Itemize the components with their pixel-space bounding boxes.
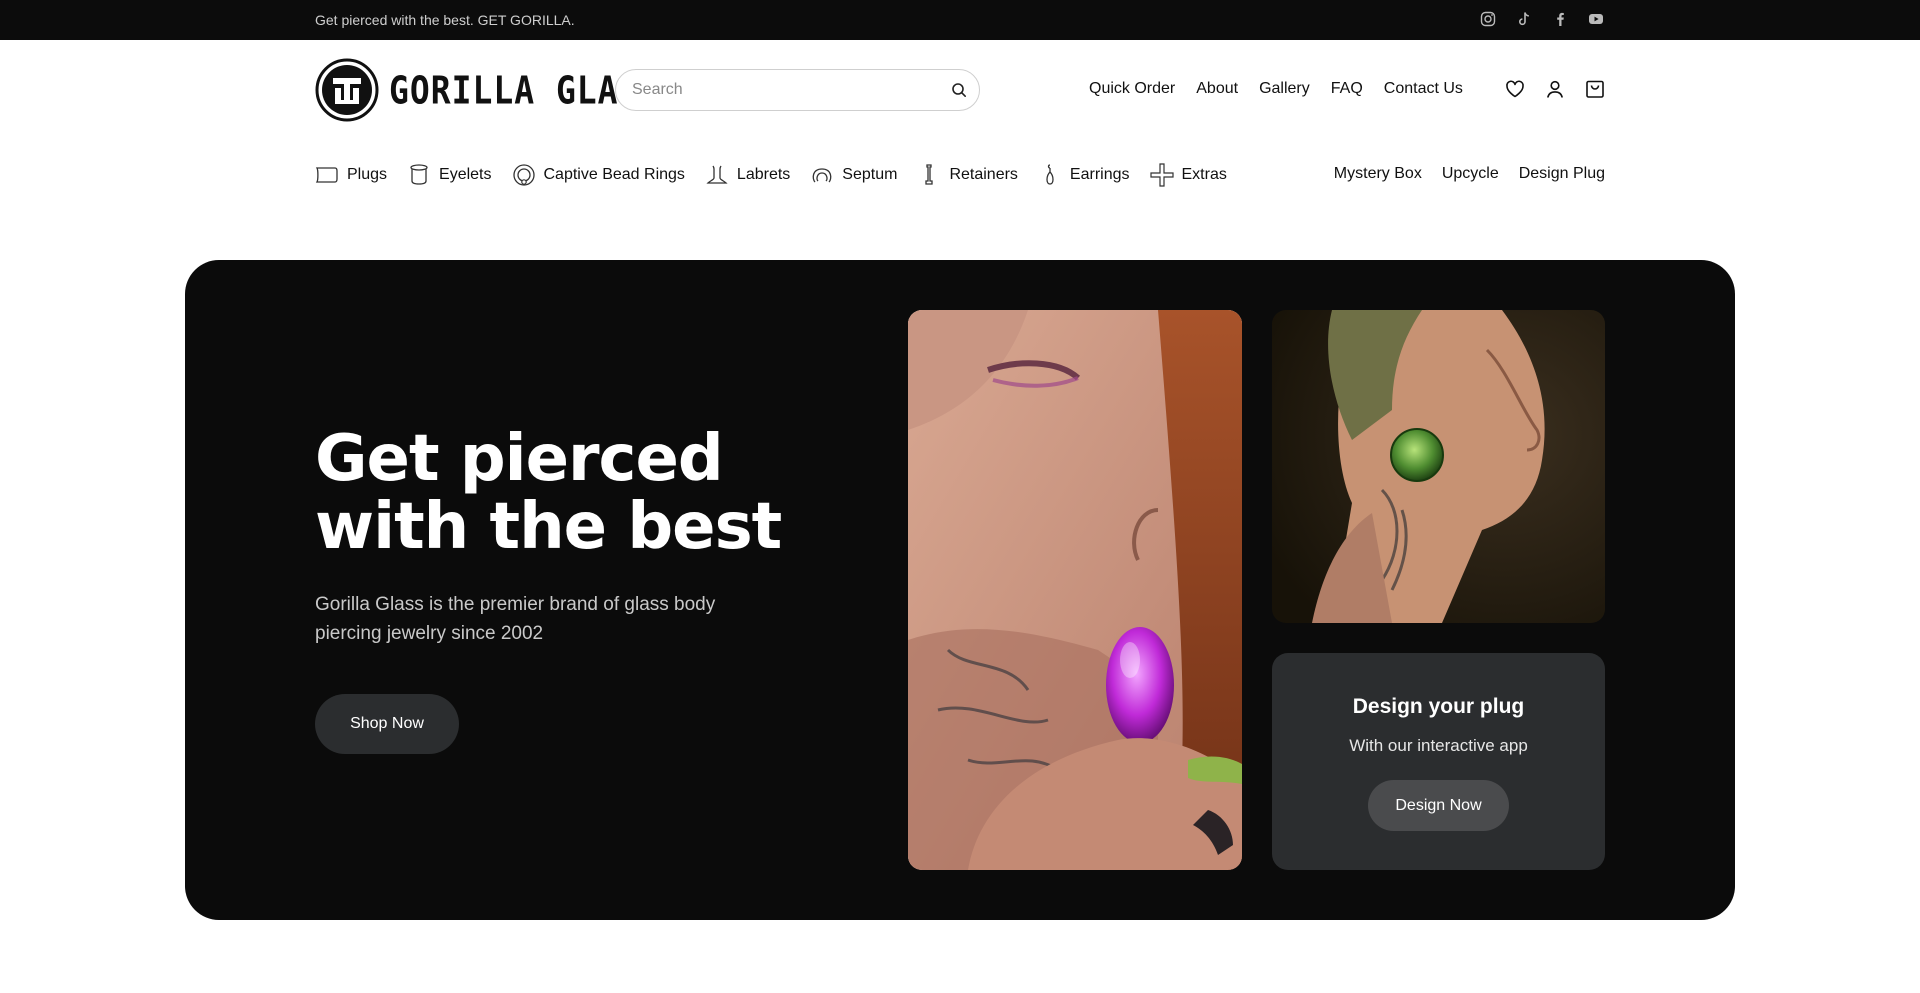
- category-label: Extras: [1181, 166, 1227, 183]
- category-label: Captive Bead Rings: [543, 166, 685, 183]
- category-septum[interactable]: Septum: [810, 163, 897, 187]
- hero-subtitle: Gorilla Glass is the premier brand of gl…: [315, 594, 716, 644]
- main-nav: Quick Order About Gallery FAQ Contact Us: [1089, 80, 1463, 98]
- nav-quick-order[interactable]: Quick Order: [1089, 80, 1175, 98]
- eyelet-icon: [407, 163, 431, 187]
- retainer-icon: [917, 163, 941, 187]
- search-input[interactable]: [632, 70, 932, 110]
- hero-banner: Get pierced with the best Gorilla Glass …: [185, 260, 1735, 920]
- category-plugs[interactable]: Plugs: [315, 163, 387, 187]
- brand-logo[interactable]: GORILLA GLASS: [315, 58, 660, 122]
- category-extras[interactable]: Extras: [1149, 163, 1227, 187]
- ring-icon: [512, 163, 536, 187]
- search-box[interactable]: [615, 69, 980, 111]
- instagram-icon[interactable]: [1479, 10, 1497, 28]
- announcement-text: Get pierced with the best. GET GORILLA.: [315, 12, 575, 28]
- labret-icon: [705, 163, 729, 187]
- category-label: Plugs: [347, 166, 388, 183]
- hero-title: Get pierced with the best: [315, 425, 835, 561]
- social-links: [1479, 10, 1605, 30]
- extra-nav: Mystery Box Upcycle Design Plug: [1334, 165, 1605, 183]
- plug-icon: [315, 163, 339, 187]
- announcement-bar: Get pierced with the best. GET GORILLA.: [0, 0, 1920, 40]
- plus-icon: [1149, 163, 1174, 187]
- design-card-subtitle: With our interactive app: [1349, 736, 1528, 755]
- category-label: Earrings: [1069, 166, 1130, 183]
- category-label: Eyelets: [439, 166, 492, 183]
- tiktok-icon[interactable]: [1515, 10, 1533, 28]
- category-retainers[interactable]: Retainers: [917, 163, 1018, 187]
- category-earrings[interactable]: Earrings: [1038, 163, 1130, 187]
- category-labrets[interactable]: Labrets: [705, 163, 790, 187]
- nav-gallery[interactable]: Gallery: [1259, 80, 1310, 98]
- nav-faq[interactable]: FAQ: [1331, 80, 1363, 98]
- design-plug-card: Design your plug With our interactive ap…: [1272, 653, 1605, 870]
- heart-icon[interactable]: [1504, 78, 1526, 100]
- category-label: Septum: [842, 166, 898, 183]
- shop-now-button[interactable]: Shop Now: [315, 694, 459, 754]
- septum-icon: [810, 163, 834, 187]
- nav-mystery-box[interactable]: Mystery Box: [1334, 165, 1422, 183]
- facebook-icon[interactable]: [1551, 10, 1569, 28]
- gorilla-logo-icon: [315, 58, 379, 122]
- category-nav: Plugs Eyelets Captive Bead Rings Labrets…: [315, 163, 1227, 187]
- nav-design-plug[interactable]: Design Plug: [1519, 165, 1605, 183]
- category-captive-bead-rings[interactable]: Captive Bead Rings: [512, 163, 685, 187]
- search-icon[interactable]: [951, 82, 967, 98]
- category-label: Retainers: [949, 166, 1018, 183]
- earring-icon: [1038, 163, 1062, 187]
- design-now-button[interactable]: Design Now: [1368, 780, 1509, 831]
- category-label: Labrets: [736, 166, 791, 183]
- hero-photo-model-green-plug: [1272, 310, 1605, 623]
- category-eyelets[interactable]: Eyelets: [407, 163, 492, 187]
- youtube-icon[interactable]: [1587, 10, 1605, 28]
- nav-contact-us[interactable]: Contact Us: [1384, 80, 1463, 98]
- nav-upcycle[interactable]: Upcycle: [1442, 165, 1499, 183]
- cart-icon[interactable]: [1584, 78, 1606, 100]
- hero-title-line1: Get pierced: [315, 422, 724, 496]
- header-icons: [1504, 78, 1606, 100]
- hero-title-line2: with the best: [315, 490, 782, 564]
- nav-about[interactable]: About: [1196, 80, 1238, 98]
- hero-photo-model-pink-plug: [908, 310, 1242, 870]
- design-card-title: Design your plug: [1352, 695, 1525, 718]
- user-icon[interactable]: [1544, 78, 1566, 100]
